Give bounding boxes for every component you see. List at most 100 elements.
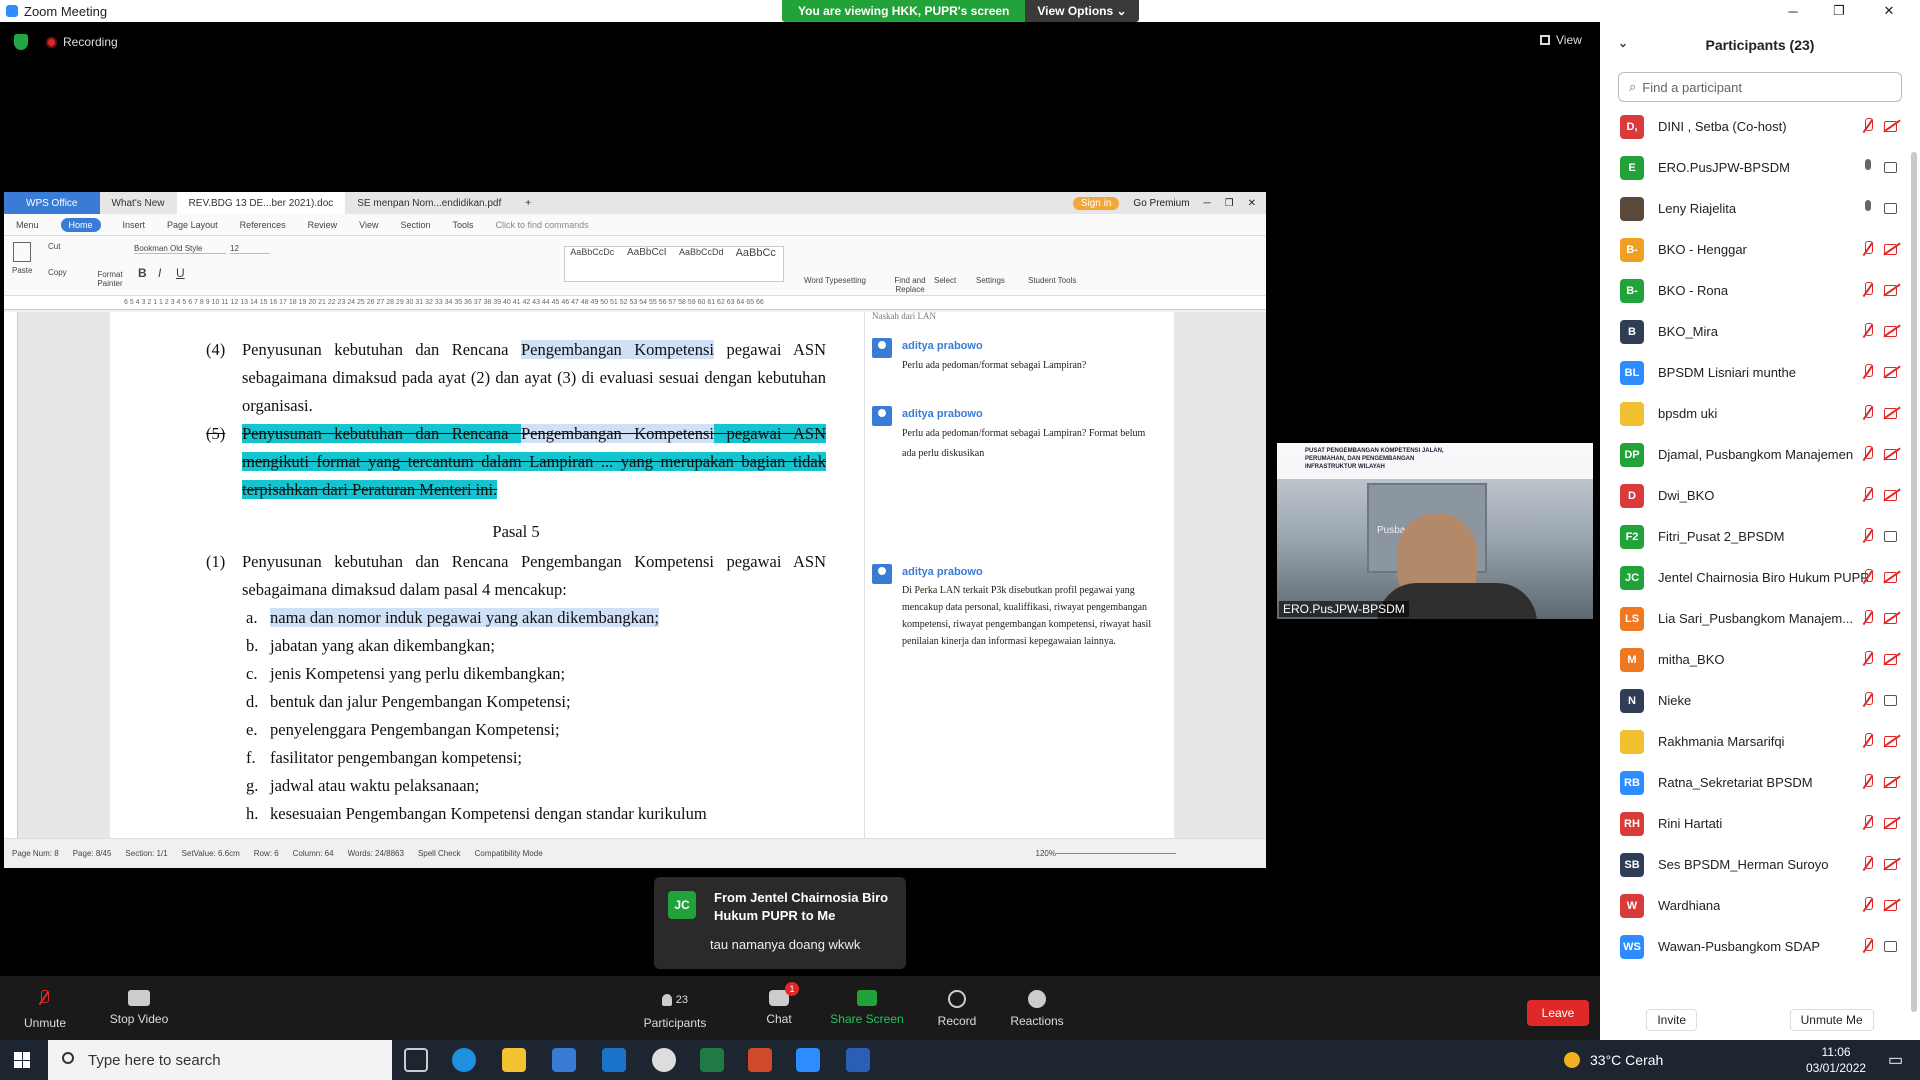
task-view-icon[interactable] [404, 1048, 428, 1072]
find-replace-button[interactable]: Find and Replace [890, 276, 930, 294]
tab-doc[interactable]: REV.BDG 13 DE...ber 2021).doc [176, 192, 346, 214]
sign-in-button[interactable]: Sign in [1072, 196, 1120, 210]
wps-minimize-icon[interactable]: ─ [1204, 198, 1211, 209]
view-options-button[interactable]: View Options ⌄ [1025, 0, 1139, 22]
style-1[interactable]: AaBbCcDc [565, 247, 620, 281]
participant-row[interactable]: D Dwi_BKO [1600, 475, 1920, 516]
participant-row[interactable]: LS Lia Sari_Pusbangkom Manajem... [1600, 598, 1920, 639]
muted-mic-icon[interactable] [1862, 938, 1874, 954]
view-button[interactable]: View [1540, 33, 1582, 47]
format-painter-button[interactable]: Format Painter [92, 270, 128, 288]
zoom-level[interactable]: 120% [1036, 849, 1056, 858]
select-button[interactable]: Select [934, 276, 956, 285]
word-typesetting-button[interactable]: Word Typesetting [804, 276, 866, 285]
muted-mic-icon[interactable] [1862, 241, 1874, 257]
share-screen-button[interactable]: Share Screen [822, 976, 912, 1040]
participant-row[interactable]: W Wardhiana [1600, 885, 1920, 926]
mail-icon[interactable] [602, 1048, 626, 1072]
font-size-select[interactable]: 12 [230, 244, 270, 254]
participant-row[interactable]: JC Jentel Chairnosia Biro Hukum PUPR [1600, 557, 1920, 598]
participant-row[interactable]: D, DINI , Setba (Co-host) [1600, 106, 1920, 147]
unmute-me-button[interactable]: Unmute Me [1789, 1009, 1874, 1031]
find-commands-input[interactable]: Click to find commands [496, 220, 589, 230]
participant-row[interactable]: N Nieke [1600, 680, 1920, 721]
mic-icon[interactable] [1862, 159, 1874, 175]
participant-row[interactable]: E ERO.PusJPW-BPSDM [1600, 147, 1920, 188]
weather-widget[interactable]: 33°C Cerah [1564, 1040, 1663, 1080]
participant-row[interactable]: Mmitha_BKO [1600, 639, 1920, 680]
notification-icon[interactable]: ▭ [1888, 1040, 1903, 1080]
muted-mic-icon[interactable] [1862, 446, 1874, 462]
close-button[interactable]: ✕ [1866, 0, 1912, 22]
styles-gallery[interactable]: AaBbCcDc AaBbCcI AaBbCcDd AaBbCc [564, 246, 784, 282]
menu-tools[interactable]: Tools [453, 220, 474, 230]
record-button[interactable]: Record [912, 976, 1002, 1040]
invite-button[interactable]: Invite [1646, 1009, 1697, 1031]
menu-section[interactable]: Section [401, 220, 431, 230]
unmute-button[interactable]: Unmute [0, 976, 90, 1040]
muted-mic-icon[interactable] [1862, 897, 1874, 913]
chrome-icon[interactable] [652, 1048, 676, 1072]
muted-mic-icon[interactable] [1862, 528, 1874, 544]
muted-mic-icon[interactable] [1862, 364, 1874, 380]
zoom-taskbar-icon[interactable] [796, 1048, 820, 1072]
participant-row[interactable]: RB Ratna_Sekretariat BPSDM [1600, 762, 1920, 803]
wps-maximize-icon[interactable]: ❐ [1225, 198, 1234, 209]
underline-button[interactable]: U [176, 266, 185, 280]
file-explorer-icon[interactable] [502, 1048, 526, 1072]
muted-mic-icon[interactable] [1862, 569, 1874, 585]
video-tile[interactable]: Pusbangkom JPW PUSAT PENGEMBANGAN KOMPET… [1277, 443, 1593, 619]
menu-review[interactable]: Review [308, 220, 338, 230]
stop-video-button[interactable]: Stop Video [94, 976, 184, 1040]
participant-row[interactable]: BL BPSDM Lisniari munthe [1600, 352, 1920, 393]
menu-view[interactable]: View [359, 220, 378, 230]
participant-search-input[interactable]: ⌕ Find a participant [1618, 72, 1902, 102]
paste-button[interactable]: Paste [12, 242, 32, 275]
word-icon[interactable] [846, 1048, 870, 1072]
cut-button[interactable]: Cut [48, 242, 60, 251]
muted-mic-icon[interactable] [1862, 610, 1874, 626]
maximize-button[interactable]: ❐ [1816, 0, 1862, 22]
bold-button[interactable]: B [138, 266, 147, 280]
taskbar-search[interactable]: Type here to search [48, 1040, 392, 1080]
copy-button[interactable]: Copy [48, 268, 67, 277]
italic-button[interactable]: I [158, 266, 161, 280]
tab-whats-new[interactable]: What's New [100, 192, 177, 214]
tab-pdf[interactable]: SE menpan Nom...endidikan.pdf [345, 192, 513, 214]
style-2[interactable]: AaBbCcI [620, 247, 675, 281]
participant-row[interactable]: B- BKO - Henggar [1600, 229, 1920, 270]
settings-button[interactable]: Settings [976, 276, 1005, 285]
edge-icon[interactable] [452, 1048, 476, 1072]
new-tab-icon[interactable]: + [513, 192, 543, 214]
participants-button[interactable]: 23 Participants [630, 976, 720, 1040]
participant-row[interactable]: SB Ses BPSDM_Herman Suroyo [1600, 844, 1920, 885]
comment-3[interactable]: aditya prabowo Di Perka LAN terkait P3k … [872, 562, 1152, 650]
leave-button[interactable]: Leave [1527, 1000, 1589, 1026]
comment-2[interactable]: aditya prabowo Perlu ada pedoman/format … [872, 404, 1152, 464]
participant-row[interactable]: B BKO_Mira [1600, 311, 1920, 352]
status-words[interactable]: Words: 24/8863 [348, 849, 404, 858]
document-text[interactable]: (4) Penyusunan kebutuhan dan Rencana Pen… [206, 336, 826, 828]
participant-row[interactable]: Leny Riajelita [1600, 188, 1920, 229]
participant-row[interactable]: bpsdm uki [1600, 393, 1920, 434]
style-3[interactable]: AaBbCcDd [674, 247, 729, 281]
menu-insert[interactable]: Insert [123, 220, 146, 230]
muted-mic-icon[interactable] [1862, 856, 1874, 872]
spell-check-toggle[interactable]: Spell Check [418, 849, 461, 858]
muted-mic-icon[interactable] [1862, 774, 1874, 790]
participant-row[interactable]: B- BKO - Rona [1600, 270, 1920, 311]
minimize-button[interactable]: ─ [1770, 0, 1816, 22]
powerpoint-icon[interactable] [748, 1048, 772, 1072]
wps-close-icon[interactable]: ✕ [1248, 198, 1256, 209]
go-premium-link[interactable]: Go Premium [1133, 198, 1189, 209]
zoom-slider[interactable] [1056, 853, 1176, 854]
participant-row[interactable]: F2 Fitri_Pusat 2_BPSDM [1600, 516, 1920, 557]
windows-start-icon[interactable] [14, 1052, 30, 1068]
menu-page-layout[interactable]: Page Layout [167, 220, 218, 230]
menu-references[interactable]: References [240, 220, 286, 230]
muted-mic-icon[interactable] [1862, 323, 1874, 339]
muted-mic-icon[interactable] [1862, 651, 1874, 667]
comment-1[interactable]: aditya prabowo Perlu ada pedoman/format … [872, 336, 1152, 376]
store-icon[interactable] [552, 1048, 576, 1072]
participant-row[interactable]: WS Wawan-Pusbangkom SDAP [1600, 926, 1920, 967]
